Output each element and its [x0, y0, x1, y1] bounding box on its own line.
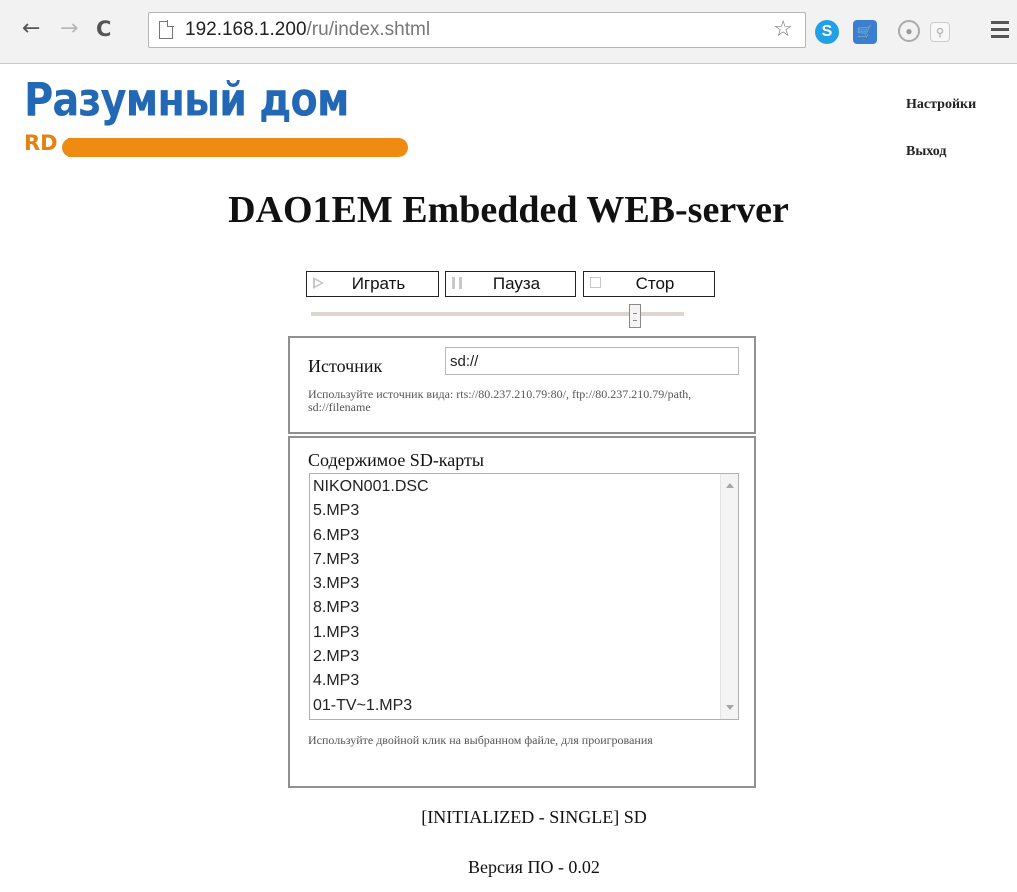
status-text: [INITIALIZED - SINGLE] SD: [421, 807, 647, 827]
address-bar[interactable]: 192.168.1.200/ru/index.shtml ☆: [148, 12, 806, 48]
forward-arrow-icon[interactable]: →: [60, 18, 78, 40]
list-scrollbar[interactable]: [720, 474, 738, 719]
list-item[interactable]: 5.MP3: [313, 499, 429, 523]
logo-brand: RD: [24, 131, 58, 155]
settings-link[interactable]: Настройки: [906, 97, 976, 113]
sd-file-list[interactable]: NIKON001.DSC 5.MP3 6.MP3 7.MP3 3.MP3 8.M…: [309, 473, 739, 720]
logo-bar: [62, 138, 408, 157]
star-icon[interactable]: ☆: [773, 17, 793, 42]
reload-icon[interactable]: C: [96, 18, 111, 40]
source-input[interactable]: [445, 347, 739, 375]
pause-button[interactable]: Пауза: [445, 271, 576, 297]
cart-icon[interactable]: 🛒: [853, 20, 877, 44]
list-item[interactable]: 1.MP3: [313, 621, 429, 645]
scroll-up-icon[interactable]: [726, 483, 734, 488]
list-item[interactable]: 7.MP3: [313, 548, 429, 572]
list-item[interactable]: 8.MP3: [313, 596, 429, 620]
sd-label: Содержимое SD-карты: [308, 450, 484, 470]
version-text: Версия ПО - 0.02: [468, 857, 600, 877]
url-path: /ru/index.shtml: [306, 19, 431, 40]
list-item[interactable]: 4.MP3: [313, 669, 429, 693]
logo-title: Разумный дом: [24, 74, 350, 127]
sd-panel: Содержимое SD-карты NIKON001.DSC 5.MP3 6…: [288, 436, 756, 788]
play-button[interactable]: Играть: [306, 271, 439, 297]
menu-icon[interactable]: [991, 21, 1009, 39]
exit-link[interactable]: Выход: [906, 144, 946, 160]
list-item[interactable]: 3.MP3: [313, 572, 429, 596]
logo: Разумный дом RD: [24, 74, 408, 157]
url-text[interactable]: 192.168.1.200/ru/index.shtml: [185, 19, 430, 41]
page-icon: [159, 20, 174, 39]
slider-thumb[interactable]: [629, 304, 641, 328]
url-host: 192.168.1.200: [185, 19, 307, 40]
stop-button[interactable]: Стор: [583, 271, 715, 297]
skype-icon[interactable]: S: [815, 20, 839, 44]
list-item[interactable]: 2.MP3: [313, 645, 429, 669]
scroll-down-icon[interactable]: [726, 705, 734, 710]
play-label: Играть: [351, 274, 406, 293]
page-content: Разумный дом RD Настройки Выход DAO1EM E…: [0, 64, 1017, 892]
source-label: Источник: [308, 356, 383, 376]
list-item[interactable]: NIKON001.DSC: [313, 475, 429, 499]
search-icon[interactable]: ⚲: [930, 22, 950, 42]
page-title: DAO1EM Embedded WEB-server: [228, 189, 789, 231]
source-panel: Источник Используйте источник вида: rts:…: [288, 336, 756, 434]
browser-toolbar: ← → C 192.168.1.200/ru/index.shtml ☆ S 🛒…: [0, 0, 1017, 64]
pause-label: Пауза: [492, 274, 541, 293]
source-hint: Используйте источник вида: rts://80.237.…: [308, 387, 692, 414]
record-icon[interactable]: ●: [898, 20, 920, 42]
list-item[interactable]: 01-TV~1.MP3: [313, 694, 429, 718]
list-item[interactable]: 6.MP3: [313, 524, 429, 548]
sd-hint: Используйте двойной клик на выбранном фа…: [308, 733, 653, 747]
sd-items: NIKON001.DSC 5.MP3 6.MP3 7.MP3 3.MP3 8.M…: [313, 475, 429, 718]
back-arrow-icon[interactable]: ←: [22, 18, 40, 40]
volume-slider[interactable]: [311, 304, 684, 328]
stop-label: Стор: [635, 274, 675, 293]
